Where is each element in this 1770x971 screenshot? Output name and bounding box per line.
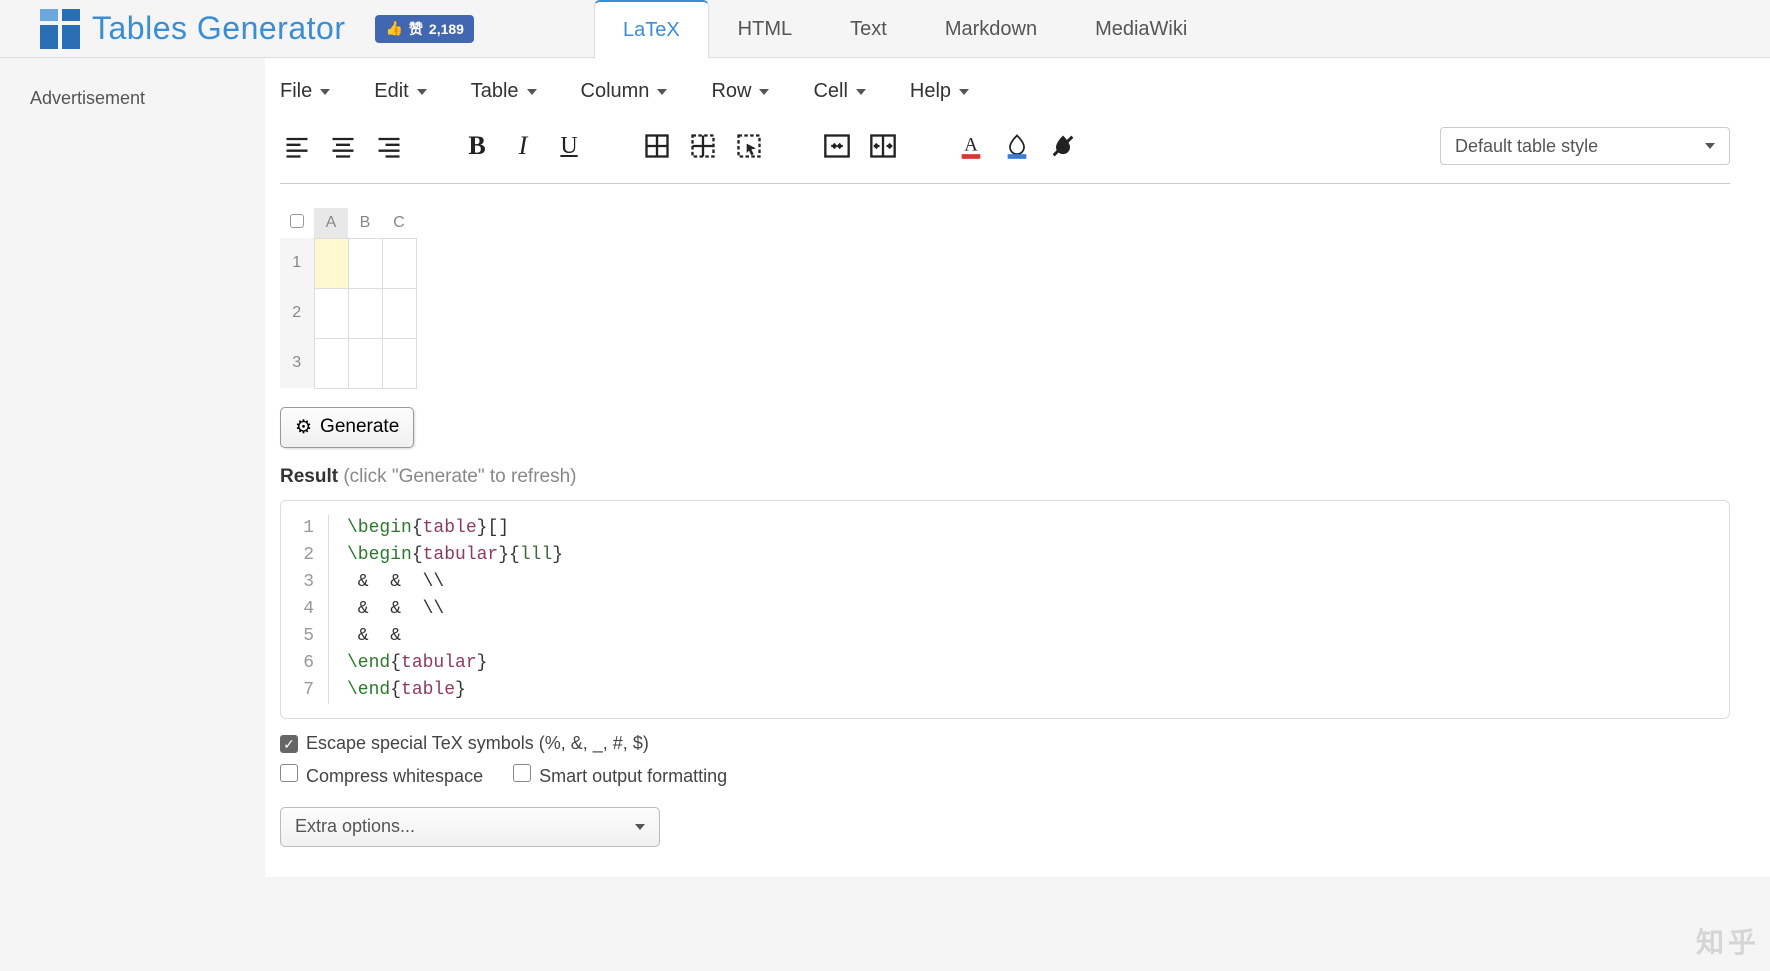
line-number: 2: [299, 542, 329, 569]
cell-A3[interactable]: [314, 338, 348, 388]
thumb-up-icon: 👍: [385, 20, 402, 37]
generate-button[interactable]: ⚙ Generate: [280, 407, 414, 448]
toolbar: B I U A Default table style: [280, 117, 1730, 184]
chevron-down-icon: [856, 89, 866, 95]
advertisement-label: Advertisement: [0, 58, 265, 877]
cell-C3[interactable]: [382, 338, 416, 388]
select-button[interactable]: [732, 129, 766, 163]
cell-B1[interactable]: [348, 238, 382, 288]
format-tabs: LaTeXHTMLTextMarkdownMediaWiki: [594, 0, 1216, 58]
table-style-dropdown[interactable]: Default table style: [1440, 127, 1730, 165]
logo-block[interactable]: Tables Generator: [40, 9, 345, 49]
cell-A1[interactable]: [314, 238, 348, 288]
cell-A2[interactable]: [314, 288, 348, 338]
column-header-A[interactable]: A: [314, 208, 348, 238]
code-output[interactable]: 1\begin{table}[]2\begin{tabular}{lll}3 &…: [280, 500, 1730, 719]
chevron-down-icon: [657, 89, 667, 95]
watermark: 知乎: [1696, 921, 1760, 961]
code-line: & & \\: [329, 596, 444, 623]
menu-file[interactable]: File: [280, 80, 330, 103]
code-line: \end{tabular}: [329, 650, 487, 677]
chevron-down-icon: [417, 89, 427, 95]
menu-bar: File Edit Table Column Row Cell Help: [280, 58, 1730, 117]
row-header-3[interactable]: 3: [280, 338, 314, 388]
line-number: 6: [299, 650, 329, 677]
result-hint: (click "Generate" to refresh): [343, 466, 576, 487]
svg-text:A: A: [964, 135, 978, 156]
extra-options-label: Extra options...: [295, 816, 415, 837]
border-edit-button[interactable]: [686, 129, 720, 163]
result-heading: Result (click "Generate" to refresh): [280, 466, 1730, 488]
cell-B3[interactable]: [348, 338, 382, 388]
cell-B2[interactable]: [348, 288, 382, 338]
content-area: File Edit Table Column Row Cell Help B I…: [265, 58, 1770, 877]
menu-table[interactable]: Table: [471, 80, 537, 103]
borders-button[interactable]: [640, 129, 674, 163]
tab-latex[interactable]: LaTeX: [594, 0, 709, 59]
menu-row[interactable]: Row: [711, 80, 769, 103]
line-number: 3: [299, 569, 329, 596]
line-number: 4: [299, 596, 329, 623]
split-cells-button[interactable]: [866, 129, 900, 163]
table-style-label: Default table style: [1455, 136, 1598, 157]
column-header-B[interactable]: B: [348, 208, 382, 238]
escape-option[interactable]: ✓Escape special TeX symbols (%, &, _, #,…: [280, 733, 649, 754]
cell-C2[interactable]: [382, 288, 416, 338]
select-all-cell[interactable]: [280, 208, 314, 238]
italic-button[interactable]: I: [506, 129, 540, 163]
checkbox-checked-icon: ✓: [280, 735, 298, 753]
line-number: 5: [299, 623, 329, 650]
code-line: \begin{tabular}{lll}: [329, 542, 563, 569]
menu-column[interactable]: Column: [581, 80, 668, 103]
code-line: & & \\: [329, 569, 444, 596]
chevron-down-icon: [320, 89, 330, 95]
text-color-button[interactable]: A: [954, 129, 988, 163]
menu-help[interactable]: Help: [910, 80, 969, 103]
tab-mediawiki[interactable]: MediaWiki: [1066, 0, 1216, 58]
generate-label: Generate: [320, 416, 399, 438]
smart-option[interactable]: Smart output formatting: [513, 764, 727, 787]
chevron-down-icon: [635, 824, 645, 830]
menu-edit[interactable]: Edit: [374, 80, 426, 103]
line-number: 7: [299, 677, 329, 704]
clear-format-button[interactable]: [1046, 129, 1080, 163]
align-center-button[interactable]: [326, 129, 360, 163]
column-header-C[interactable]: C: [382, 208, 416, 238]
checkbox-icon: [280, 764, 298, 782]
underline-button[interactable]: U: [552, 129, 586, 163]
compress-option[interactable]: Compress whitespace: [280, 764, 483, 787]
tab-html[interactable]: HTML: [709, 0, 821, 58]
chevron-down-icon: [527, 89, 537, 95]
line-number: 1: [299, 515, 329, 542]
output-options: ✓Escape special TeX symbols (%, &, _, #,…: [280, 733, 1730, 847]
menu-cell[interactable]: Cell: [813, 80, 865, 103]
code-line: \begin{table}[]: [329, 515, 509, 542]
extra-options-dropdown[interactable]: Extra options...: [280, 807, 660, 847]
gear-icon: ⚙: [295, 416, 312, 439]
align-left-button[interactable]: [280, 129, 314, 163]
result-label: Result: [280, 466, 338, 487]
fb-like-label: 赞: [409, 19, 423, 39]
fill-color-button[interactable]: [1000, 129, 1034, 163]
checkbox-icon: [513, 764, 531, 782]
chevron-down-icon: [759, 89, 769, 95]
merge-cells-button[interactable]: [820, 129, 854, 163]
fb-like-button[interactable]: 👍 赞 2,189: [375, 15, 473, 43]
row-header-2[interactable]: 2: [280, 288, 314, 338]
spreadsheet: ABC 123: [280, 184, 1730, 407]
cell-C1[interactable]: [382, 238, 416, 288]
code-line: \end{table}: [329, 677, 466, 704]
row-header-1[interactable]: 1: [280, 238, 314, 288]
header: Tables Generator 👍 赞 2,189 LaTeXHTMLText…: [0, 0, 1770, 58]
tab-markdown[interactable]: Markdown: [916, 0, 1066, 58]
chevron-down-icon: [959, 89, 969, 95]
site-title: Tables Generator: [92, 10, 345, 47]
logo-icon: [40, 9, 80, 49]
chevron-down-icon: [1705, 143, 1715, 149]
fb-like-count: 2,189: [429, 21, 464, 37]
align-right-button[interactable]: [372, 129, 406, 163]
bold-button[interactable]: B: [460, 129, 494, 163]
tab-text[interactable]: Text: [821, 0, 916, 58]
code-line: & &: [329, 623, 412, 650]
